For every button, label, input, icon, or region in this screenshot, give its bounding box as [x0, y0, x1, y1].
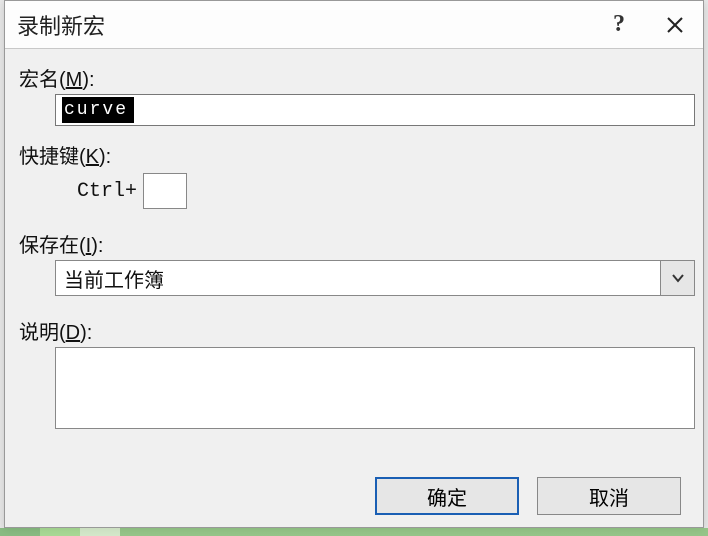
record-macro-dialog: 录制新宏 ? 宏名(M): curve 快捷键(K): Ctrl+ [4, 0, 704, 528]
dialog-footer: 确定 取消 [5, 465, 703, 527]
macro-name-selection: curve [62, 97, 134, 123]
background-strip [0, 528, 708, 536]
close-icon [666, 16, 684, 34]
macro-name-input[interactable]: curve [55, 94, 695, 126]
shortcut-key-input[interactable] [143, 173, 187, 209]
store-in-combo[interactable]: 当前工作簿 [55, 260, 695, 296]
store-in-label: 保存在(I): [19, 229, 689, 258]
description-textarea[interactable] [55, 347, 695, 429]
titlebar: 录制新宏 ? [5, 1, 703, 49]
ok-button[interactable]: 确定 [375, 477, 519, 515]
dialog-body: 宏名(M): curve 快捷键(K): Ctrl+ 保存在(I): 当前工作簿 [5, 49, 703, 465]
ctrl-plus-label: Ctrl+ [77, 180, 137, 203]
store-in-dropdown-button[interactable] [660, 261, 694, 295]
store-in-value: 当前工作簿 [56, 261, 660, 295]
chevron-down-icon [671, 273, 685, 283]
shortcut-label: 快捷键(K): [19, 140, 689, 169]
cancel-button[interactable]: 取消 [537, 477, 681, 515]
close-button[interactable] [647, 1, 703, 49]
description-label: 说明(D): [19, 316, 689, 345]
help-button[interactable]: ? [591, 1, 647, 49]
dialog-title: 录制新宏 [17, 9, 591, 41]
macro-name-label: 宏名(M): [19, 63, 689, 92]
